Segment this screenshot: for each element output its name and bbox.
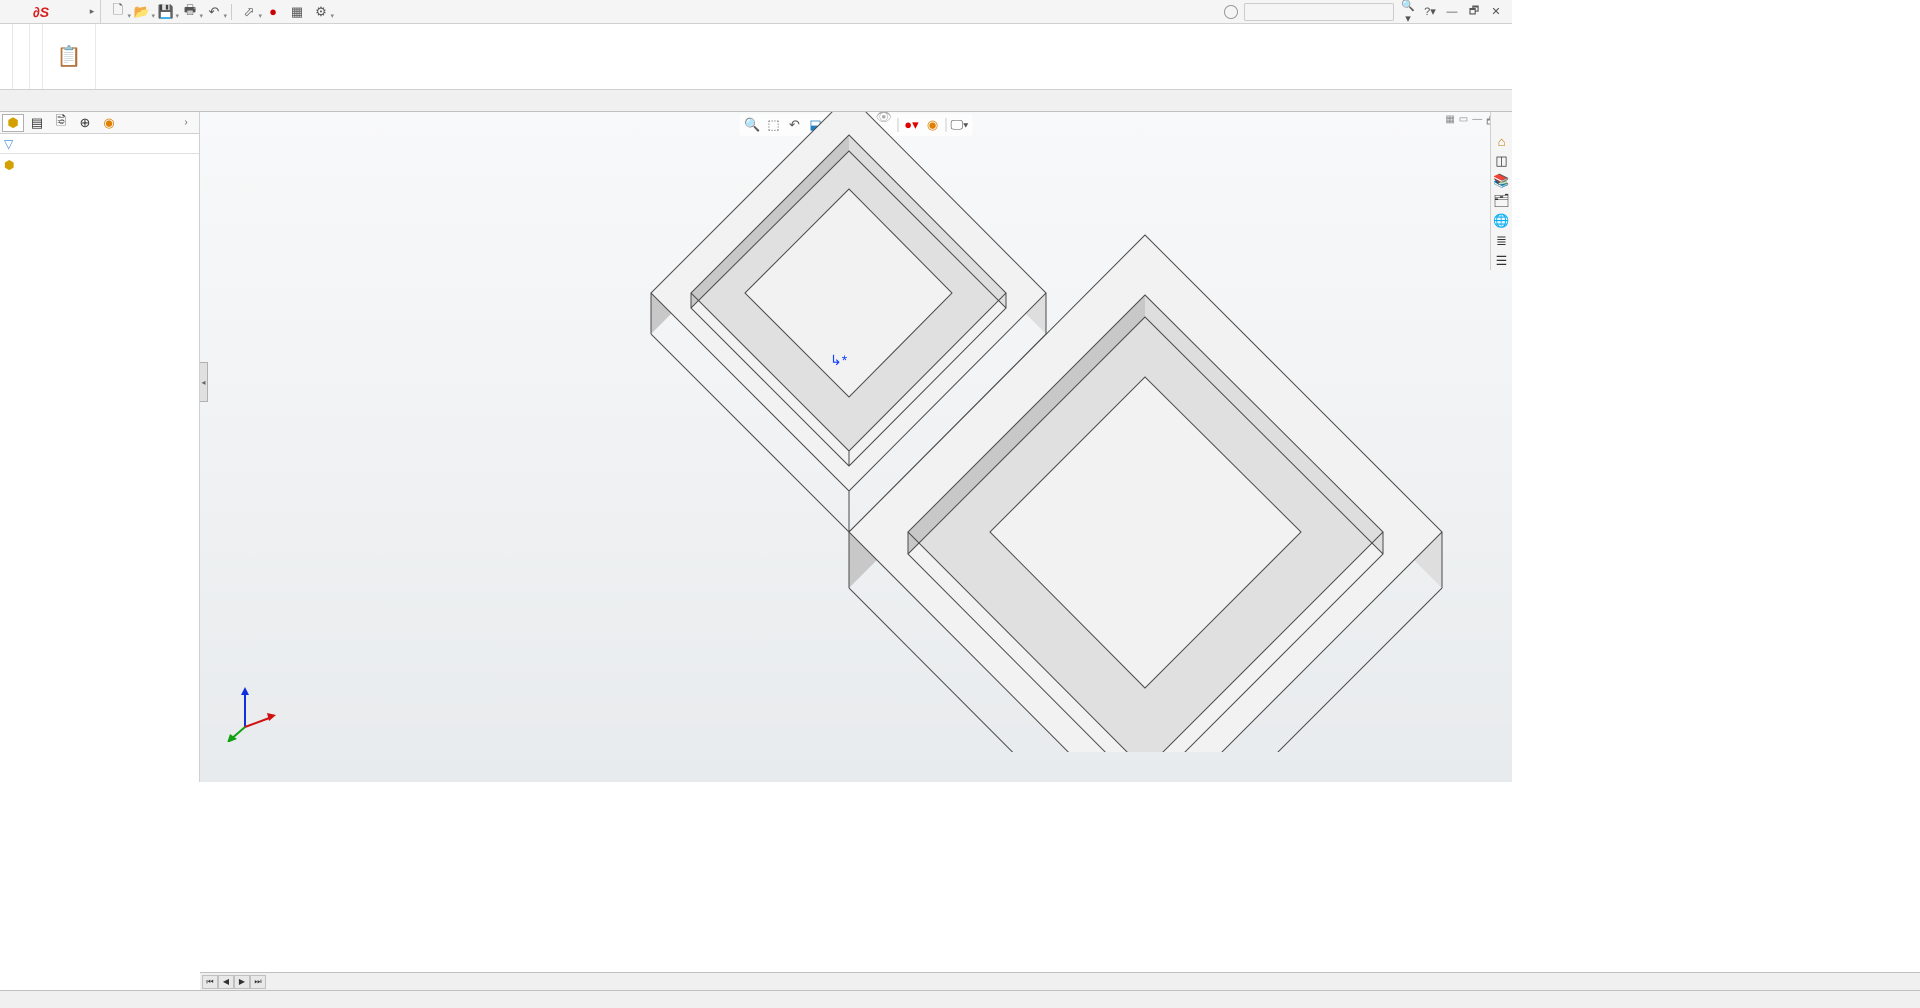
separator [231, 4, 232, 20]
app-logo: ∂S [0, 4, 84, 20]
custom-props-icon[interactable]: ☰ [1493, 252, 1511, 270]
main-area: ⬢ ▤ 🗟 ⊕ ◉ › ▽ ⬢ 🔍 ⬚ ↶ ⬓ ⬢▾ ◫▾ 👁▾ [0, 112, 1512, 782]
view-triad[interactable] [220, 682, 280, 742]
motion-tabs: ⏮ ◀ ▶ ⏭ [200, 972, 1920, 990]
model-3d [380, 112, 1512, 752]
tab-nav-buttons: ⏮ ◀ ▶ ⏭ [202, 975, 266, 989]
qat-print[interactable]: 🖶▾ [183, 5, 197, 19]
dimxpert-tab[interactable]: ⊕ [74, 114, 96, 132]
feature-tree-panel: ⬢ ▤ 🗟 ⊕ ◉ › ▽ ⬢ [0, 112, 200, 782]
resources-icon[interactable]: ◫ [1493, 152, 1511, 170]
ribbon: 📋 [0, 24, 1512, 90]
tab-first[interactable]: ⏮ [202, 975, 218, 989]
minimize-button[interactable]: — [1444, 6, 1460, 18]
view-palette-icon[interactable]: 🌐 [1493, 212, 1511, 230]
qat-open[interactable]: 📂▾ [135, 5, 149, 19]
help-search-input[interactable] [1244, 3, 1394, 21]
feature-tree-tab[interactable]: ⬢ [2, 114, 24, 132]
display-tab[interactable]: ◉ [98, 114, 120, 132]
origin-marker-icon: ↳* [830, 352, 847, 369]
qat-settings[interactable]: ⚙▾ [314, 5, 328, 19]
home-icon[interactable]: ⌂ [1493, 132, 1511, 150]
titlebar-right: 🔍▾ ?▾ — 🗗 ✕ [1224, 0, 1512, 25]
help-dropdown[interactable]: ?▾ [1422, 5, 1438, 18]
graphics-viewport[interactable]: 🔍 ⬚ ↶ ⬓ ⬢▾ ◫▾ 👁▾ ●▾ ◉ 🖵▾ ▦ ▭ — 🗗 ✕ [200, 112, 1512, 782]
task-pane: ⌂ ◫ 📚 🗂 🌐 ≣ ☰ [1490, 112, 1512, 270]
help-icon[interactable] [1224, 5, 1238, 19]
appearances-icon[interactable]: ≣ [1493, 232, 1511, 250]
tree-root[interactable]: ⬢ [0, 156, 199, 174]
activate-check[interactable]: 📋 [49, 42, 89, 71]
ds-logo-icon: ∂S [33, 4, 49, 20]
close-button[interactable]: ✕ [1488, 5, 1504, 18]
tab-last[interactable]: ⏭ [250, 975, 266, 989]
feature-tree: ⬢ [0, 154, 199, 782]
filter-icon[interactable]: ▽ [4, 137, 13, 151]
config-tab[interactable]: 🗟 [50, 114, 72, 132]
quick-access-toolbar: 🗋▾ 📂▾ 💾▾ 🖶▾ ↶▾ ⬀▾ ● ▦ ⚙▾ [100, 0, 338, 23]
tree-tabs-more[interactable]: › [175, 114, 197, 132]
part-icon: ⬢ [4, 158, 18, 172]
check-doc-icon: 📋 [57, 44, 81, 68]
qat-undo[interactable]: ↶▾ [207, 5, 221, 19]
qat-save[interactable]: 💾▾ [159, 5, 173, 19]
qat-new[interactable]: 🗋▾ [111, 5, 125, 19]
file-explorer-icon[interactable]: 🗂 [1493, 192, 1511, 210]
restore-button[interactable]: 🗗 [1466, 2, 1482, 21]
title-bar: ∂S ▸ 🗋▾ 📂▾ 💾▾ 🖶▾ ↶▾ ⬀▾ ● ▦ ⚙▾ 🔍▾ ?▾ — 🗗 … [0, 0, 1512, 24]
command-manager-tabs [0, 90, 1512, 112]
search-button[interactable]: 🔍▾ [1400, 0, 1416, 25]
collapse-tree-handle[interactable]: ◂ [200, 362, 208, 402]
property-tab[interactable]: ▤ [26, 114, 48, 132]
design-library-icon[interactable]: 📚 [1493, 172, 1511, 190]
tab-prev[interactable]: ◀ [218, 975, 234, 989]
tab-next[interactable]: ▶ [234, 975, 250, 989]
qat-rebuild[interactable]: ● [266, 5, 280, 19]
main-menu-dropdown[interactable]: ▸ [84, 6, 100, 17]
qat-select[interactable]: ⬀▾ [242, 5, 256, 19]
status-bar [0, 990, 1920, 1008]
tree-tabs: ⬢ ▤ 🗟 ⊕ ◉ › [0, 112, 199, 134]
qat-options[interactable]: ▦ [290, 5, 304, 19]
tree-filter-bar: ▽ [0, 134, 199, 154]
